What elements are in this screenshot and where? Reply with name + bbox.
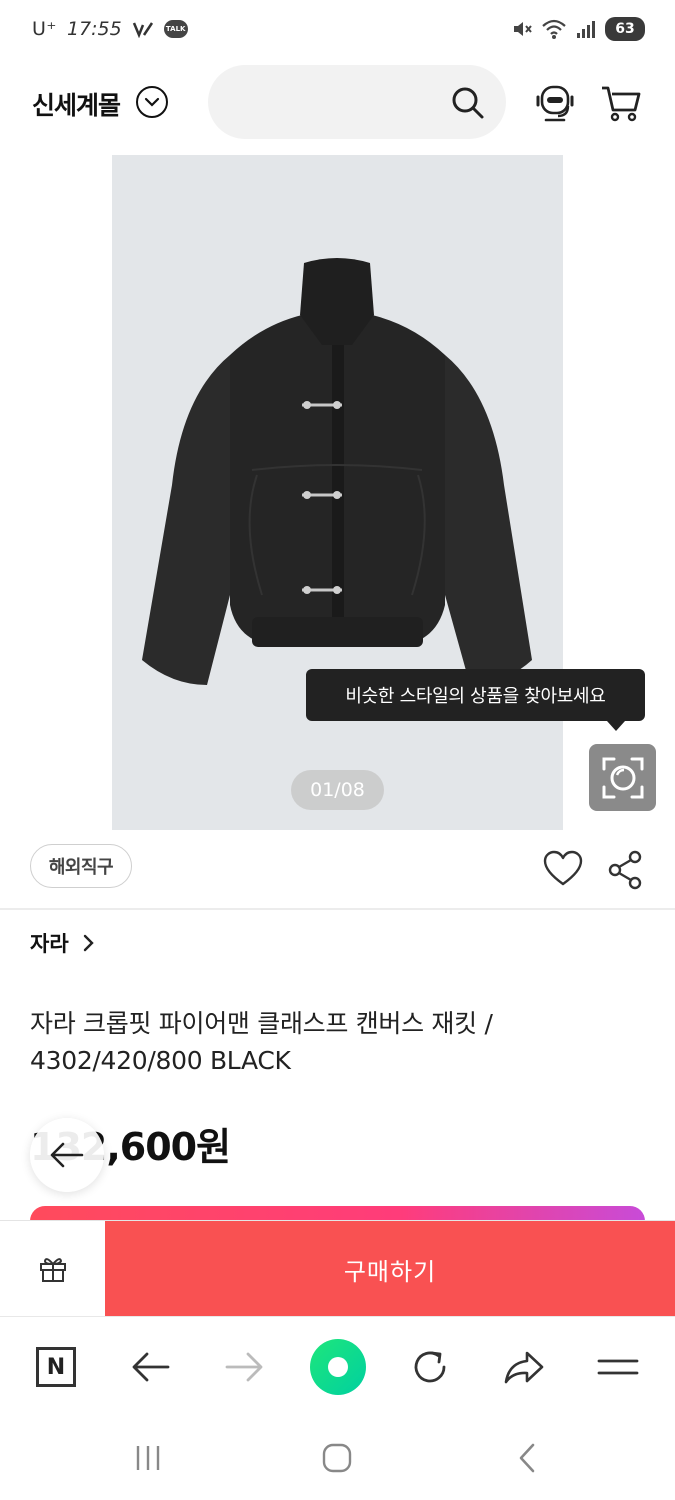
overseas-direct-badge: 해외직구 <box>30 844 132 888</box>
purchase-bar: 구매하기 <box>0 1220 675 1317</box>
home-icon <box>322 1443 352 1473</box>
heart-icon[interactable] <box>543 850 583 888</box>
menu-button[interactable] <box>590 1339 646 1395</box>
mall-logo[interactable]: 신세계몰 <box>32 86 121 122</box>
status-right: 63 <box>511 17 645 41</box>
image-page-indicator: 01/08 <box>291 770 384 810</box>
chevron-right-icon <box>83 934 94 952</box>
floating-back-button[interactable] <box>30 1118 104 1192</box>
cart-icon[interactable] <box>600 84 642 124</box>
status-time: 17:55 <box>66 18 122 40</box>
system-nav-bar <box>0 1412 675 1500</box>
chat-agent-icon[interactable] <box>532 82 578 126</box>
green-dot-button[interactable] <box>310 1339 366 1395</box>
back-arrow-icon <box>50 1142 84 1168</box>
browser-back-button[interactable] <box>123 1339 179 1395</box>
mute-icon <box>514 22 532 36</box>
buy-button[interactable]: 구매하기 <box>105 1221 675 1317</box>
recent-apps-button[interactable] <box>128 1438 168 1478</box>
brand-link[interactable]: 자라 <box>30 928 95 958</box>
back-icon <box>132 1352 170 1382</box>
system-back-button[interactable] <box>507 1438 547 1478</box>
n-home-icon: N <box>36 1347 76 1387</box>
back-arrow-icon[interactable] <box>28 186 76 226</box>
status-bar: U⁺ 17:55 TALK 63 <box>0 0 675 60</box>
talk-badge: TALK <box>163 20 188 38</box>
green-dot-icon <box>310 1339 366 1395</box>
mall-switch-button[interactable] <box>136 86 168 118</box>
wifi-icon <box>542 19 566 39</box>
browser-toolbar: N <box>0 1316 675 1412</box>
product-title: 자라 크롭핏 파이어맨 클래스프 캔버스 재킷 / 4302/420/800 B… <box>30 1009 493 1075</box>
gift-button[interactable] <box>0 1221 105 1317</box>
search-input[interactable] <box>232 83 432 121</box>
naver-home-button[interactable]: N <box>28 1339 84 1395</box>
chevron-down-icon <box>144 97 160 107</box>
search-icon[interactable] <box>450 85 486 121</box>
forward-icon <box>225 1352 263 1382</box>
browser-forward-button[interactable] <box>216 1339 272 1395</box>
brand-name: 자라 <box>30 932 69 956</box>
refresh-icon <box>414 1351 446 1383</box>
share-arrow-icon <box>504 1351 544 1384</box>
vpn-icon <box>132 22 153 38</box>
similar-style-tooltip[interactable]: 비슷한 스타일의 상품을 찾아보세요 <box>306 669 645 731</box>
search-bar[interactable] <box>208 65 506 139</box>
menu-icon <box>597 1359 639 1375</box>
section-divider <box>0 908 675 910</box>
refresh-button[interactable] <box>402 1339 458 1395</box>
share-page-button[interactable] <box>496 1339 552 1395</box>
app-header: 신세계몰 <box>0 64 675 144</box>
battery-level: 63 <box>605 17 645 41</box>
back-icon <box>519 1443 535 1473</box>
lens-search-icon <box>602 757 643 798</box>
status-left: U⁺ 17:55 TALK <box>32 18 188 40</box>
recent-apps-icon <box>136 1446 160 1470</box>
home-button[interactable] <box>317 1438 357 1478</box>
share-icon[interactable] <box>607 850 643 890</box>
lens-search-button[interactable] <box>589 744 656 811</box>
product-image[interactable] <box>112 155 563 830</box>
signal-icon <box>577 21 595 38</box>
jacket-image <box>142 258 532 685</box>
gift-icon <box>39 1258 66 1282</box>
carrier-label: U⁺ <box>32 18 57 40</box>
